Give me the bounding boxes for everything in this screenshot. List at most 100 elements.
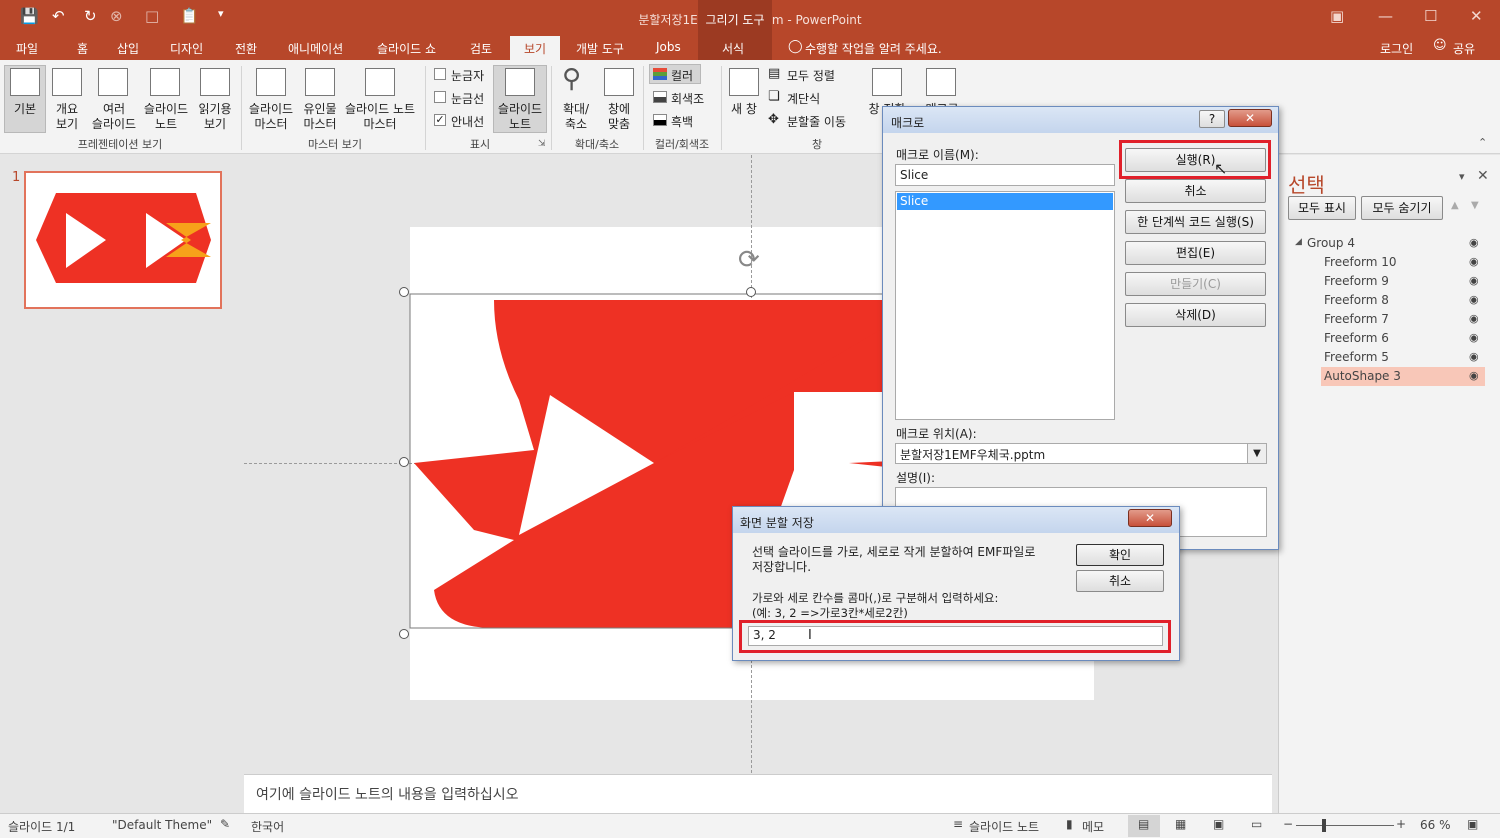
split-dialog-close-icon[interactable]: ✕: [1128, 509, 1172, 527]
minimize-icon[interactable]: —: [1378, 7, 1393, 25]
cancel-button[interactable]: 취소: [1125, 179, 1266, 203]
pane-close-icon[interactable]: ✕: [1477, 168, 1489, 184]
status-sorter-view-icon[interactable]: ▦: [1175, 817, 1186, 831]
tab-slideshow[interactable]: 슬라이드 쇼: [377, 40, 436, 57]
black-white-button[interactable]: 흑백: [671, 113, 693, 130]
eye-icon[interactable]: ◉: [1469, 331, 1479, 344]
tab-transitions[interactable]: 전환: [235, 40, 257, 57]
guides-checkbox[interactable]: ✓: [434, 114, 446, 126]
notes-pane[interactable]: 여기에 슬라이드 노트의 내용을 입력하십시오: [244, 774, 1272, 813]
tab-design[interactable]: 디자인: [170, 40, 203, 57]
eye-icon[interactable]: ◉: [1469, 236, 1479, 249]
hide-all-button[interactable]: 모두 숨기기: [1361, 196, 1443, 220]
zoom-button[interactable]: 확대/ 축소: [554, 102, 598, 132]
gridlines-checkbox[interactable]: [434, 91, 446, 103]
ruler-checkbox[interactable]: [434, 68, 446, 80]
help-button[interactable]: ?: [1199, 110, 1225, 128]
view-slide-sorter-button[interactable]: 여러 슬라이드: [88, 102, 140, 132]
zoom-slider-thumb[interactable]: [1322, 819, 1326, 832]
resize-handle[interactable]: [399, 287, 409, 297]
color-button[interactable]: 컬러: [671, 67, 693, 84]
eye-icon[interactable]: ◉: [1469, 274, 1479, 287]
zoom-level[interactable]: 66 %: [1420, 818, 1451, 832]
tree-item-selected[interactable]: AutoShape 3: [1324, 369, 1401, 383]
eye-icon[interactable]: ◉: [1469, 293, 1479, 306]
language-indicator[interactable]: 한국어: [251, 818, 284, 835]
status-reading-view-icon[interactable]: ▣: [1213, 817, 1224, 831]
macro-list-item[interactable]: Slice: [897, 193, 1113, 210]
new-window-button[interactable]: 새 창: [724, 102, 764, 117]
view-notes-page-button[interactable]: 슬라이드 노트: [140, 102, 192, 132]
cascade-button[interactable]: 계단식: [787, 90, 820, 107]
eye-icon[interactable]: ◉: [1469, 350, 1479, 363]
macro-dialog-close-icon[interactable]: ✕: [1228, 109, 1272, 127]
handout-master-button[interactable]: 유인물 마스터: [298, 102, 342, 132]
resize-handle[interactable]: [746, 287, 756, 297]
expand-triangle-icon[interactable]: ◢: [1295, 237, 1302, 247]
collapse-ribbon-icon[interactable]: ⌃: [1478, 136, 1487, 149]
tree-item[interactable]: Freeform 7: [1324, 312, 1389, 326]
split-ok-button[interactable]: 확인: [1076, 544, 1164, 566]
tree-item[interactable]: Freeform 9: [1324, 274, 1389, 288]
tab-review[interactable]: 검토: [470, 40, 492, 57]
slide-master-button[interactable]: 슬라이드 마스터: [244, 102, 298, 132]
delete-button[interactable]: 삭제(D): [1125, 303, 1266, 327]
resize-handle[interactable]: [399, 457, 409, 467]
tree-item-group[interactable]: Group 4: [1307, 236, 1355, 250]
macro-location-select[interactable]: 분할저장1EMF우체국.pptm: [895, 443, 1267, 464]
tab-home[interactable]: 홈: [77, 40, 88, 57]
resize-handle[interactable]: [399, 629, 409, 639]
zoom-in-icon[interactable]: +: [1396, 817, 1406, 831]
zoom-slider-track[interactable]: [1296, 825, 1394, 826]
view-normal-button[interactable]: 기본: [4, 102, 46, 117]
zoom-out-icon[interactable]: −: [1283, 817, 1293, 831]
edit-button[interactable]: 편집(E): [1125, 241, 1266, 265]
status-slideshow-icon[interactable]: ▭: [1251, 817, 1262, 831]
share-button[interactable]: 공유: [1453, 40, 1475, 57]
spellcheck-icon[interactable]: ✎: [220, 817, 230, 831]
tab-animations[interactable]: 애니메이션: [288, 40, 343, 57]
tab-insert[interactable]: 삽입: [117, 40, 139, 57]
notes-master-button[interactable]: 슬라이드 노트 마스터: [340, 102, 420, 132]
bring-forward-icon[interactable]: ▲: [1451, 200, 1459, 211]
view-reading-button[interactable]: 읽기용 보기: [192, 102, 238, 132]
notes-toggle-button[interactable]: 슬라이드 노트: [493, 102, 547, 132]
split-cancel-button[interactable]: 취소: [1076, 570, 1164, 592]
pane-options-icon[interactable]: ▾: [1459, 170, 1465, 183]
maximize-icon[interactable]: ☐: [1424, 7, 1437, 25]
login-link[interactable]: 로그인: [1380, 40, 1413, 57]
create-button[interactable]: 만들기(C): [1125, 272, 1266, 296]
tab-file[interactable]: 파일: [16, 40, 38, 57]
view-outline-button[interactable]: 개요 보기: [46, 102, 88, 132]
macro-list[interactable]: Slice: [895, 191, 1115, 420]
eye-icon[interactable]: ◉: [1469, 312, 1479, 325]
send-backward-icon[interactable]: ▼: [1471, 200, 1479, 211]
tab-format[interactable]: 서식: [722, 40, 744, 57]
dropdown-arrow-icon[interactable]: ▼: [1247, 444, 1266, 463]
slide-thumbnail[interactable]: [24, 171, 222, 309]
close-icon[interactable]: ✕: [1470, 7, 1483, 25]
ribbon-display-icon[interactable]: ▣: [1330, 7, 1344, 25]
tree-item[interactable]: Freeform 6: [1324, 331, 1389, 345]
status-normal-view-icon[interactable]: ▤: [1138, 817, 1149, 831]
tab-jobs[interactable]: Jobs: [656, 40, 681, 54]
fit-window-button[interactable]: 창에 맞춤: [598, 102, 640, 132]
grayscale-button[interactable]: 회색조: [671, 90, 704, 107]
eye-icon[interactable]: ◉: [1469, 369, 1479, 382]
status-notes-button[interactable]: 슬라이드 노트: [969, 818, 1039, 835]
macro-name-input[interactable]: Slice: [895, 164, 1115, 186]
rotate-handle-icon[interactable]: ⟳: [738, 245, 760, 275]
move-split-button[interactable]: 분할줄 이동: [787, 113, 846, 130]
tree-item[interactable]: Freeform 8: [1324, 293, 1389, 307]
tree-item[interactable]: Freeform 10: [1324, 255, 1397, 269]
tab-developer[interactable]: 개발 도구: [576, 40, 624, 57]
step-into-button[interactable]: 한 단계씩 코드 실행(S): [1125, 210, 1266, 234]
arrange-all-button[interactable]: 모두 정렬: [787, 67, 835, 84]
tell-me-box[interactable]: 수행할 작업을 알려 주세요.: [805, 40, 942, 57]
show-all-button[interactable]: 모두 표시: [1288, 196, 1356, 220]
status-comments-button[interactable]: 메모: [1082, 818, 1104, 835]
fit-slide-icon[interactable]: ▣: [1467, 817, 1478, 831]
dialog-launcher-icon[interactable]: ⇲: [538, 139, 546, 149]
eye-icon[interactable]: ◉: [1469, 255, 1479, 268]
tree-item[interactable]: Freeform 5: [1324, 350, 1389, 364]
